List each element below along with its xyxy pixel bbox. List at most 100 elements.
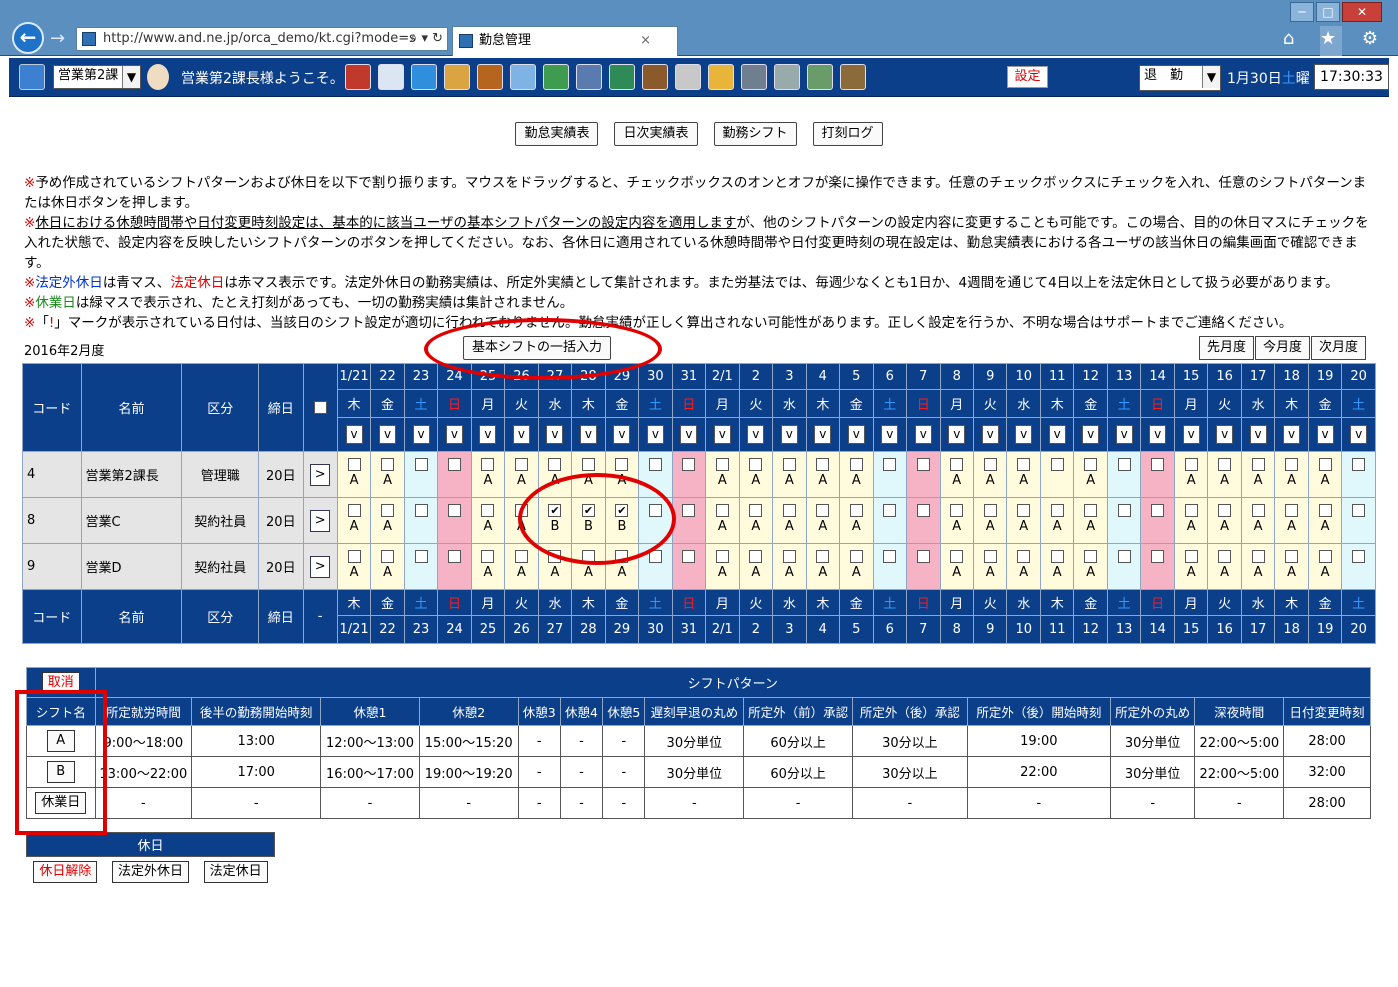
day-checkbox[interactable]	[1251, 504, 1265, 517]
day-checkbox[interactable]	[1251, 458, 1265, 471]
address-bar[interactable]: http://www.and.ne.jp/orca_demo/kt.cgi?mo…	[76, 27, 448, 51]
day-checkbox[interactable]	[1084, 504, 1098, 517]
pen-icon[interactable]	[774, 64, 800, 90]
stamp-icon[interactable]	[477, 64, 503, 90]
work-shift-button[interactable]: 勤務シフト	[713, 122, 797, 146]
day-pattern-select[interactable]: v	[847, 425, 865, 444]
back-button[interactable]: ←	[12, 22, 44, 54]
day-pattern-select[interactable]: v	[579, 425, 597, 444]
browser-toolbar-icons[interactable]: ⌂ ★ ⚙	[1283, 28, 1388, 49]
day-checkbox[interactable]	[715, 550, 729, 563]
day-checkbox[interactable]	[648, 458, 662, 471]
day-checkbox[interactable]	[782, 550, 796, 563]
day-checkbox[interactable]	[1017, 550, 1031, 563]
day-checkbox[interactable]	[782, 504, 796, 517]
home-icon[interactable]	[345, 64, 371, 90]
day-checkbox[interactable]	[1117, 550, 1131, 563]
day-checkbox[interactable]	[1318, 550, 1332, 563]
day-checkbox[interactable]	[615, 458, 629, 471]
day-checkbox[interactable]	[414, 550, 428, 563]
row-select-button[interactable]: >	[310, 555, 331, 578]
day-pattern-select[interactable]: v	[1115, 425, 1133, 444]
day-checkbox[interactable]	[381, 458, 395, 471]
forward-button[interactable]: →	[50, 28, 74, 50]
day-checkbox[interactable]	[1184, 504, 1198, 517]
day-pattern-select[interactable]: v	[981, 425, 999, 444]
mail-icon[interactable]	[378, 64, 404, 90]
server-icon[interactable]	[741, 64, 767, 90]
day-checkbox[interactable]	[950, 504, 964, 517]
calculator-icon[interactable]	[576, 64, 602, 90]
department-select[interactable]: 営業第2課 ▼	[53, 65, 141, 89]
day-checkbox[interactable]	[1218, 458, 1232, 471]
day-pattern-select[interactable]: v	[479, 425, 497, 444]
settings-button[interactable]: 設定	[1007, 66, 1048, 88]
punch-log-button[interactable]: 打刻ログ	[812, 122, 883, 146]
day-pattern-select[interactable]: v	[546, 425, 564, 444]
database-icon[interactable]	[675, 64, 701, 90]
browser-tab[interactable]: 勤怠管理 ×	[452, 26, 678, 56]
row-select-button[interactable]: >	[310, 509, 331, 532]
day-pattern-select[interactable]: v	[1182, 425, 1200, 444]
day-pattern-select[interactable]: v	[680, 425, 698, 444]
day-checkbox[interactable]	[849, 550, 863, 563]
day-checkbox[interactable]	[883, 550, 897, 563]
punch-status-select[interactable]: 退 勤 ▼	[1139, 65, 1221, 91]
day-checkbox[interactable]	[916, 458, 930, 471]
day-checkbox[interactable]	[347, 458, 361, 471]
day-pattern-select[interactable]: v	[1015, 425, 1033, 444]
day-checkbox[interactable]	[1151, 504, 1165, 517]
day-pattern-select[interactable]: v	[1149, 425, 1167, 444]
day-checkbox[interactable]	[749, 550, 763, 563]
day-checkbox[interactable]	[682, 458, 696, 471]
day-checkbox[interactable]	[414, 504, 428, 517]
day-checkbox[interactable]	[447, 504, 461, 517]
day-pattern-select[interactable]: v	[948, 425, 966, 444]
day-checkbox[interactable]	[983, 550, 997, 563]
day-pattern-select[interactable]: v	[1283, 425, 1301, 444]
day-pattern-select[interactable]: v	[747, 425, 765, 444]
day-checkbox[interactable]	[1218, 504, 1232, 517]
day-checkbox[interactable]	[1251, 550, 1265, 563]
gavel-icon[interactable]	[642, 64, 668, 90]
day-checkbox[interactable]	[816, 504, 830, 517]
day-checkbox[interactable]	[1017, 458, 1031, 471]
day-checkbox[interactable]	[347, 504, 361, 517]
day-checkbox[interactable]	[381, 550, 395, 563]
day-pattern-select[interactable]: v	[713, 425, 731, 444]
next-month-button[interactable]: 次月度	[1311, 336, 1367, 360]
day-pattern-select[interactable]: v	[1350, 425, 1368, 444]
day-checkbox[interactable]	[950, 458, 964, 471]
day-checkbox[interactable]	[816, 458, 830, 471]
day-checkbox[interactable]	[447, 458, 461, 471]
globe-icon[interactable]	[411, 64, 437, 90]
clear-holiday-button[interactable]: 休日解除	[33, 860, 98, 883]
non-legal-holiday-button[interactable]: 法定外休日	[111, 860, 189, 883]
day-pattern-select[interactable]: v	[512, 425, 530, 444]
day-checkbox[interactable]	[1184, 458, 1198, 471]
day-pattern-select[interactable]: v	[914, 425, 932, 444]
day-checkbox[interactable]	[682, 550, 696, 563]
day-checkbox[interactable]	[1050, 550, 1064, 563]
day-checkbox[interactable]	[916, 550, 930, 563]
day-checkbox[interactable]	[950, 550, 964, 563]
day-pattern-select[interactable]: v	[613, 425, 631, 444]
day-pattern-select[interactable]: v	[780, 425, 798, 444]
day-checkbox[interactable]	[883, 504, 897, 517]
day-checkbox[interactable]	[1218, 550, 1232, 563]
day-checkbox[interactable]	[1151, 550, 1165, 563]
day-checkbox[interactable]	[1050, 504, 1064, 517]
day-checkbox[interactable]	[849, 504, 863, 517]
day-checkbox[interactable]	[581, 458, 595, 471]
day-checkbox[interactable]	[414, 458, 428, 471]
day-pattern-select[interactable]: v	[412, 425, 430, 444]
day-checkbox[interactable]	[1352, 550, 1366, 563]
day-checkbox[interactable]	[1017, 504, 1031, 517]
day-pattern-select[interactable]: v	[445, 425, 463, 444]
day-checkbox[interactable]	[481, 550, 495, 563]
day-checkbox[interactable]	[849, 458, 863, 471]
row-select-button[interactable]: >	[310, 463, 331, 486]
address-controls-icon[interactable]: ⌕ ▾ ↻	[410, 28, 443, 50]
day-pattern-select[interactable]: v	[881, 425, 899, 444]
day-checkbox[interactable]	[1184, 550, 1198, 563]
